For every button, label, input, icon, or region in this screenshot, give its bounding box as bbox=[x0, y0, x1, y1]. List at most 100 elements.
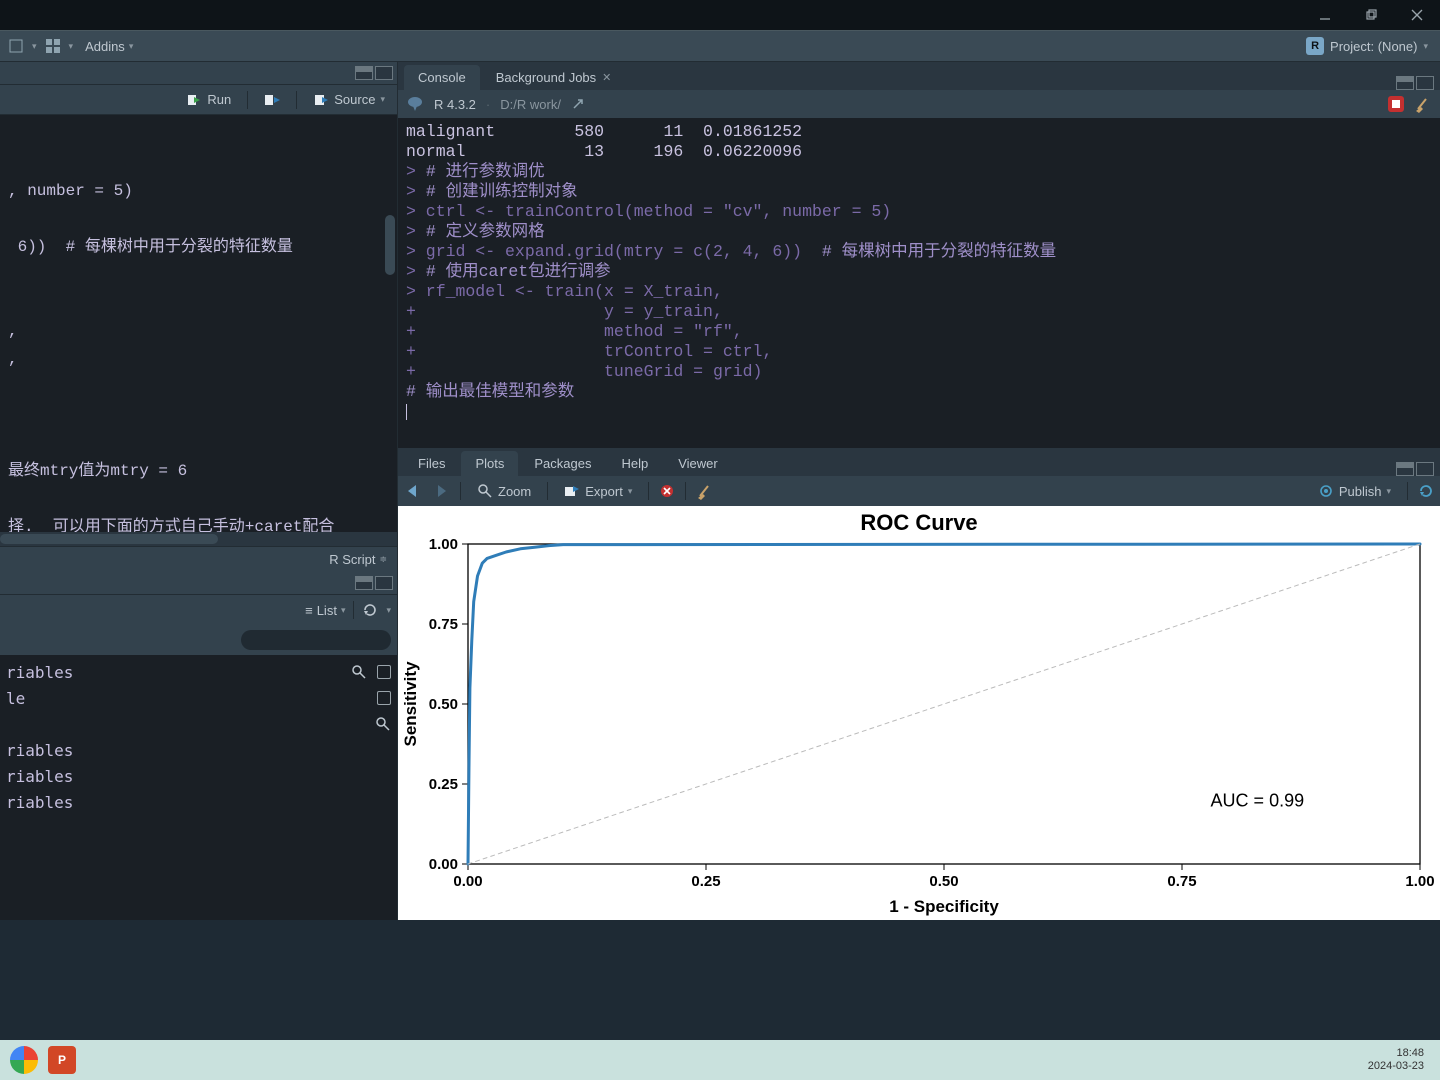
refresh-button[interactable] bbox=[362, 602, 378, 618]
zoom-icon bbox=[477, 483, 493, 499]
env-list[interactable]: riables le riables riables riables bbox=[0, 655, 397, 920]
remove-plot-button[interactable] bbox=[659, 483, 675, 499]
window-restore[interactable] bbox=[1348, 0, 1394, 30]
env-search-input[interactable] bbox=[241, 630, 391, 650]
rerun-button[interactable] bbox=[258, 90, 286, 110]
sheet-icon[interactable] bbox=[377, 665, 391, 679]
main-toolbar: ▾ ▾ Addins ▾ R Project: (None) ▾ bbox=[0, 30, 1440, 62]
source-lang: R Script bbox=[329, 552, 375, 567]
code-editor[interactable]: , number = 5) 6)) # 每棵树中用于分裂的特征数量 , , 最终… bbox=[0, 115, 397, 532]
sheet-icon[interactable] bbox=[377, 691, 391, 705]
console-output[interactable]: malignant 580 11 0.01861252normal 13 196… bbox=[398, 118, 1440, 448]
taskbar-app-chrome[interactable] bbox=[10, 1046, 38, 1074]
list-item: le bbox=[6, 685, 391, 711]
list-item: riables bbox=[6, 789, 391, 815]
svg-text:0.50: 0.50 bbox=[429, 696, 458, 713]
publish-button[interactable]: Publish ▾ bbox=[1312, 481, 1397, 501]
list-item: riables bbox=[6, 737, 391, 763]
pane-controls bbox=[0, 572, 397, 595]
close-icon[interactable]: ✕ bbox=[602, 71, 611, 84]
titlebar bbox=[0, 0, 1440, 30]
addins-menu[interactable]: Addins ▾ bbox=[79, 37, 139, 56]
pane-maximize[interactable] bbox=[375, 576, 393, 590]
svg-text:0.50: 0.50 bbox=[929, 873, 958, 890]
editor-hscroll[interactable] bbox=[0, 532, 397, 546]
pane-maximize[interactable] bbox=[1416, 76, 1434, 90]
pane-minimize[interactable] bbox=[355, 576, 373, 590]
list-item bbox=[6, 711, 391, 737]
run-label: Run bbox=[207, 92, 231, 107]
tab-background-jobs[interactable]: Background Jobs✕ bbox=[482, 65, 626, 90]
project-label: Project: (None) bbox=[1330, 39, 1417, 54]
app-window: ▾ ▾ Addins ▾ R Project: (None) ▾ bbox=[0, 0, 1440, 1080]
r-logo-icon: R bbox=[1306, 37, 1324, 55]
list-view-button[interactable]: ≡ List ▾ bbox=[305, 603, 345, 618]
pane-minimize[interactable] bbox=[1396, 76, 1414, 90]
popout-icon[interactable] bbox=[571, 97, 585, 111]
refresh-plot-button[interactable] bbox=[1418, 483, 1434, 499]
zoom-button[interactable]: Zoom bbox=[471, 481, 537, 501]
source-statusbar: R Script ≑ bbox=[0, 546, 397, 572]
chevron-down-icon: ▾ bbox=[129, 41, 134, 52]
pane-maximize[interactable] bbox=[375, 66, 393, 80]
console-pane: Console Background Jobs✕ R 4.3.2 · D:/R … bbox=[398, 62, 1440, 448]
working-dir: D:/R work/ bbox=[500, 97, 561, 112]
pane-minimize[interactable] bbox=[355, 66, 373, 80]
svg-text:0.25: 0.25 bbox=[429, 776, 458, 793]
svg-text:AUC = 0.99: AUC = 0.99 bbox=[1211, 790, 1305, 810]
taskbar-clock[interactable]: 18:48 2024-03-23 bbox=[1368, 1047, 1430, 1073]
pane-minimize[interactable] bbox=[1396, 462, 1414, 476]
chevron-down-icon: ▾ bbox=[341, 605, 346, 616]
window-close[interactable] bbox=[1394, 0, 1440, 30]
editor-vscroll[interactable] bbox=[383, 115, 397, 532]
plots-pane: Files Plots Packages Help Viewer Zoom bbox=[398, 448, 1440, 920]
source-icon bbox=[313, 92, 329, 108]
grid-icon[interactable] bbox=[43, 36, 63, 56]
chevron-icon: ≑ bbox=[379, 554, 387, 565]
environment-pane: ≡ List ▾ ▾ riables le riables riabl bbox=[0, 572, 397, 920]
tab-files[interactable]: Files bbox=[404, 451, 459, 476]
clear-plots-button[interactable] bbox=[696, 482, 714, 500]
tab-plots[interactable]: Plots bbox=[461, 451, 518, 476]
plots-toolbar: Zoom Export ▾ Publish bbox=[398, 476, 1440, 506]
source-button[interactable]: Source ▾ bbox=[307, 90, 391, 110]
toolbar-icon-1[interactable] bbox=[6, 36, 26, 56]
export-button[interactable]: Export ▾ bbox=[558, 481, 638, 501]
addins-label: Addins bbox=[85, 39, 125, 54]
svg-text:0.75: 0.75 bbox=[1167, 873, 1196, 890]
stop-button[interactable] bbox=[1388, 96, 1404, 112]
tab-help[interactable]: Help bbox=[607, 451, 662, 476]
list-icon: ≡ bbox=[305, 603, 313, 618]
list-item: riables bbox=[6, 763, 391, 789]
pane-maximize[interactable] bbox=[1416, 462, 1434, 476]
project-menu[interactable]: R Project: (None) ▾ bbox=[1300, 35, 1434, 57]
clock-time: 18:48 bbox=[1368, 1047, 1424, 1060]
source-label: Source bbox=[334, 92, 375, 107]
plots-tabs: Files Plots Packages Help Viewer bbox=[398, 448, 1440, 476]
run-button[interactable]: Run bbox=[180, 90, 237, 110]
svg-text:Sensitivity: Sensitivity bbox=[401, 661, 420, 747]
window-minimize[interactable] bbox=[1302, 0, 1348, 30]
taskbar-app-powerpoint[interactable]: P bbox=[48, 1046, 76, 1074]
tab-viewer[interactable]: Viewer bbox=[664, 451, 732, 476]
svg-text:0.00: 0.00 bbox=[429, 856, 458, 873]
plot-next-button[interactable] bbox=[432, 483, 450, 499]
publish-icon bbox=[1318, 483, 1334, 499]
source-toolbar: Run Source ▾ bbox=[0, 85, 397, 115]
svg-text:1.00: 1.00 bbox=[1405, 873, 1434, 890]
toolbar-dropdown-2[interactable]: ▾ bbox=[69, 41, 74, 52]
chevron-down-icon: ▾ bbox=[1386, 486, 1391, 497]
tab-console[interactable]: Console bbox=[404, 65, 480, 90]
svg-text:1.00: 1.00 bbox=[429, 536, 458, 553]
plot-prev-button[interactable] bbox=[404, 483, 422, 499]
rerun-icon bbox=[264, 92, 280, 108]
chevron-down-icon[interactable]: ▾ bbox=[386, 605, 391, 616]
r-version: R 4.3.2 bbox=[434, 97, 476, 112]
toolbar-dropdown-1[interactable]: ▾ bbox=[32, 41, 37, 52]
tab-packages[interactable]: Packages bbox=[520, 451, 605, 476]
list-item: riables bbox=[6, 659, 391, 685]
run-icon bbox=[186, 92, 202, 108]
clock-date: 2024-03-23 bbox=[1368, 1060, 1424, 1073]
svg-text:0.75: 0.75 bbox=[429, 616, 458, 633]
clear-console-button[interactable] bbox=[1414, 95, 1432, 113]
